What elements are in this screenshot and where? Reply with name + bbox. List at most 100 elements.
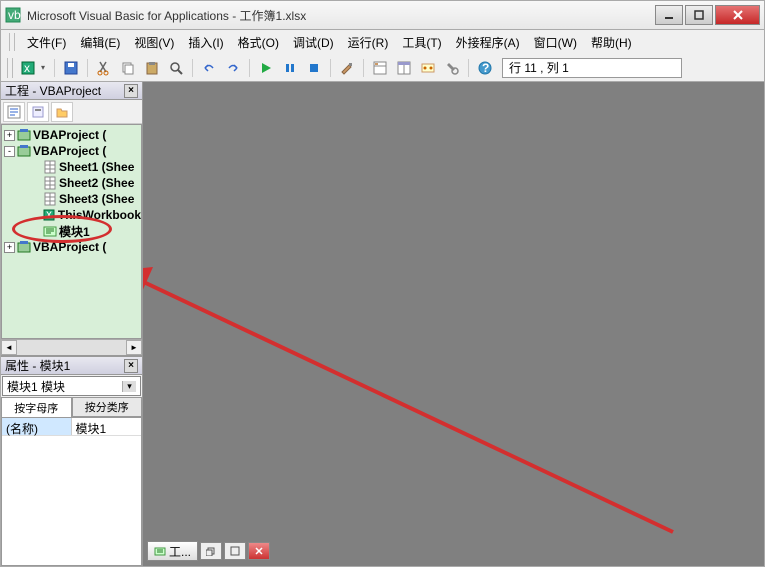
menubar-grip[interactable] (9, 33, 15, 51)
maximize-button[interactable] (685, 5, 713, 25)
svg-text:?: ? (482, 61, 489, 75)
close-button[interactable] (715, 5, 760, 25)
project-panel-header: 工程 - VBAProject × (1, 82, 142, 100)
tree-item[interactable]: 模块1 (2, 223, 141, 239)
properties-object-selector[interactable]: 模块1 模块 ▾ (2, 376, 141, 396)
vba-icon (17, 128, 31, 142)
tree-item[interactable]: - VBAProject ( (2, 143, 141, 159)
mdi-window-tab[interactable]: 工... (147, 541, 198, 561)
expand-icon[interactable]: + (4, 130, 15, 141)
tree-label: 模块1 (59, 223, 90, 240)
menu-insert[interactable]: 插入(I) (182, 32, 229, 53)
cursor-position-text: 行 11 , 列 1 (509, 59, 569, 76)
tree-label: Sheet2 (Shee (59, 176, 134, 190)
tab-categorized[interactable]: 按分类序 (72, 397, 143, 417)
properties-grid[interactable]: (名称) 模块1 (1, 417, 142, 566)
sheet-icon (43, 192, 57, 206)
toggle-folders-icon[interactable] (51, 102, 73, 122)
minimize-button[interactable] (655, 5, 683, 25)
break-icon[interactable] (279, 57, 301, 79)
module-icon (43, 224, 57, 238)
tab-alphabetic[interactable]: 按字母序 (1, 397, 72, 417)
help-icon[interactable]: ? (474, 57, 496, 79)
view-object-icon[interactable] (27, 102, 49, 122)
svg-text:vb: vb (8, 8, 21, 22)
tree-item[interactable]: Sheet2 (Shee (2, 175, 141, 191)
properties-panel-close-icon[interactable]: × (124, 359, 138, 373)
tree-label: VBAProject ( (33, 240, 106, 254)
tree-label: Sheet3 (Shee (59, 192, 134, 206)
tree-item[interactable]: Sheet3 (Shee (2, 191, 141, 207)
dropdown-icon[interactable]: ▾ (41, 63, 49, 72)
find-icon[interactable] (165, 57, 187, 79)
tree-item[interactable]: x ThisWorkbook (2, 207, 141, 223)
module-icon (154, 545, 166, 557)
run-icon[interactable] (255, 57, 277, 79)
project-tree[interactable]: + VBAProject ( - VBAProject ( Sheet1 (Shee Sh… (1, 124, 142, 339)
window-title: Microsoft Visual Basic for Applications … (27, 7, 655, 24)
menu-run[interactable]: 运行(R) (342, 32, 395, 53)
dropdown-icon[interactable]: ▾ (122, 381, 136, 392)
menu-window[interactable]: 窗口(W) (528, 32, 583, 53)
property-name: (名称) (2, 418, 72, 435)
properties-panel-title: 属性 - 模块1 (5, 357, 124, 374)
sheet-icon (43, 160, 57, 174)
menu-tools[interactable]: 工具(T) (396, 32, 447, 53)
mdi-maximize-icon[interactable] (224, 542, 246, 560)
menu-debug[interactable]: 调试(D) (287, 32, 340, 53)
window-titlebar: vb Microsoft Visual Basic for Applicatio… (0, 0, 765, 30)
toolbar-grip[interactable] (7, 58, 13, 78)
redo-icon[interactable] (222, 57, 244, 79)
reset-icon[interactable] (303, 57, 325, 79)
toolbar: x ▾ ? 行 11 , 列 1 (0, 54, 765, 82)
expand-icon[interactable]: + (4, 242, 15, 253)
scroll-right-icon[interactable]: ► (126, 340, 142, 355)
tree-label: ThisWorkbook (58, 208, 141, 222)
menu-addins[interactable]: 外接程序(A) (450, 32, 526, 53)
menu-file[interactable]: 文件(F) (21, 32, 72, 53)
property-row: (名称) 模块1 (2, 418, 141, 436)
app-icon: vb (5, 7, 21, 23)
project-explorer-icon[interactable] (369, 57, 391, 79)
properties-panel-header: 属性 - 模块1 × (1, 357, 142, 375)
copy-icon[interactable] (117, 57, 139, 79)
property-value[interactable]: 模块1 (72, 418, 142, 435)
project-panel-close-icon[interactable]: × (124, 84, 138, 98)
mdi-client-area: 工... (143, 82, 764, 566)
tree-item[interactable]: Sheet1 (Shee (2, 159, 141, 175)
tree-label: Sheet1 (Shee (59, 160, 134, 174)
expand-icon[interactable]: - (4, 146, 15, 157)
cursor-position-display: 行 11 , 列 1 (502, 58, 682, 78)
svg-text:x: x (24, 61, 30, 75)
properties-window-icon[interactable] (393, 57, 415, 79)
scroll-left-icon[interactable]: ◄ (1, 340, 17, 355)
menu-format[interactable]: 格式(O) (232, 32, 285, 53)
vba-icon (17, 144, 31, 158)
project-hscrollbar[interactable]: ◄ ► (1, 339, 142, 355)
mdi-tab-label: 工... (169, 543, 191, 560)
annotation-arrow (143, 82, 763, 567)
view-excel-icon[interactable]: x (17, 57, 39, 79)
tree-item[interactable]: + VBAProject ( (2, 127, 141, 143)
project-toolbar (1, 100, 142, 124)
undo-icon[interactable] (198, 57, 220, 79)
view-code-icon[interactable] (3, 102, 25, 122)
project-panel-title: 工程 - VBAProject (5, 82, 124, 99)
paste-icon[interactable] (141, 57, 163, 79)
svg-text:x: x (46, 208, 52, 221)
wb-icon: x (42, 208, 56, 222)
mdi-close-icon[interactable] (248, 542, 270, 560)
menu-view[interactable]: 视图(V) (128, 32, 180, 53)
tree-label: VBAProject ( (33, 128, 106, 142)
menu-help[interactable]: 帮助(H) (585, 32, 638, 53)
design-mode-icon[interactable] (336, 57, 358, 79)
toolbox-icon[interactable] (441, 57, 463, 79)
cut-icon[interactable] (93, 57, 115, 79)
tree-label: VBAProject ( (33, 144, 106, 158)
save-icon[interactable] (60, 57, 82, 79)
tree-item[interactable]: + VBAProject ( (2, 239, 141, 255)
properties-object-name: 模块1 模块 (7, 378, 122, 395)
object-browser-icon[interactable] (417, 57, 439, 79)
mdi-restore-icon[interactable] (200, 542, 222, 560)
menu-edit[interactable]: 编辑(E) (74, 32, 126, 53)
